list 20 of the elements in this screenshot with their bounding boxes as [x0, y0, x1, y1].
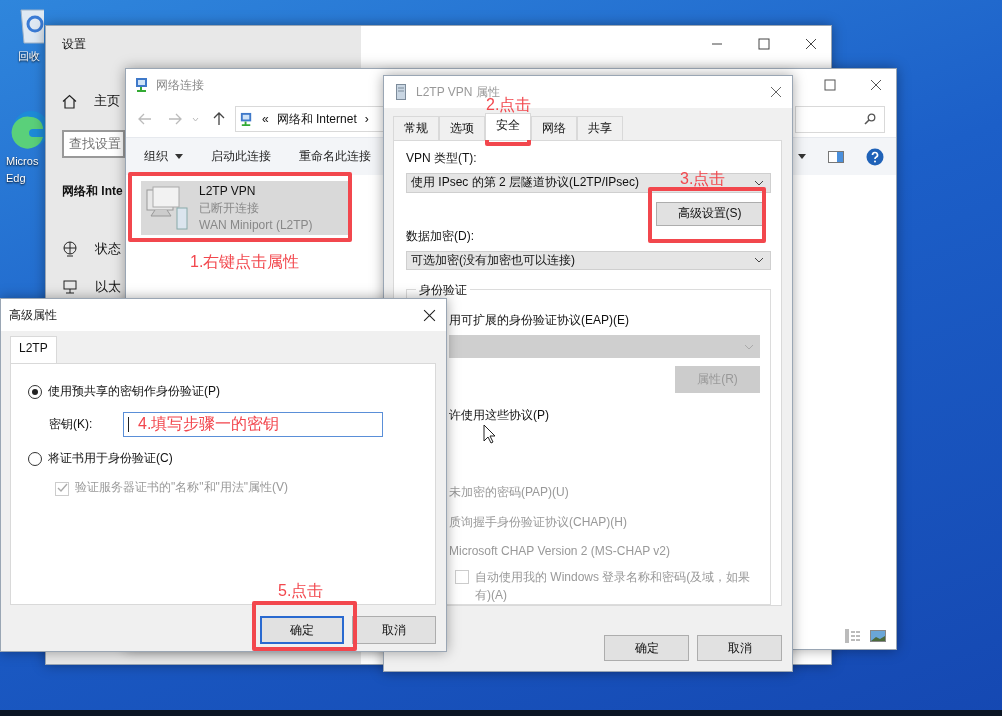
- annotation-text: 2.点击: [486, 97, 532, 113]
- connection-device: WAN Miniport (L2TP): [199, 216, 313, 234]
- field-label: VPN 类型(T):: [406, 150, 478, 167]
- radio-label: 使用预共享的密钥作身份验证(P): [48, 383, 220, 400]
- connection-status: 已断开连接: [199, 199, 260, 217]
- dialog-title: 高级属性: [9, 308, 57, 322]
- window-title: 设置: [62, 36, 87, 53]
- section-title: 网络和 Inte: [62, 183, 123, 200]
- connection-name: L2TP VPN: [199, 182, 257, 200]
- annotation-text: 1.右键点击属性: [190, 254, 300, 270]
- annotation-text: 3.点击: [680, 171, 726, 187]
- checkbox-label: 自动使用我的 Windows 登录名称和密码(及域，如果有)(A): [475, 569, 752, 604]
- field-label: 数据加密(D):: [406, 227, 475, 245]
- field-label: 密钥(K):: [49, 416, 94, 433]
- annotation-text: 5.点击: [278, 583, 324, 599]
- dialog-title: L2TP VPN 属性: [416, 85, 500, 99]
- window-title: 网络连接: [156, 76, 204, 94]
- checkbox-label: 验证服务器证书的"名称"和"用法"属性(V): [75, 479, 289, 496]
- radio-label: 将证书用于身份验证(C): [48, 450, 173, 467]
- group-title: 身份验证: [416, 282, 470, 299]
